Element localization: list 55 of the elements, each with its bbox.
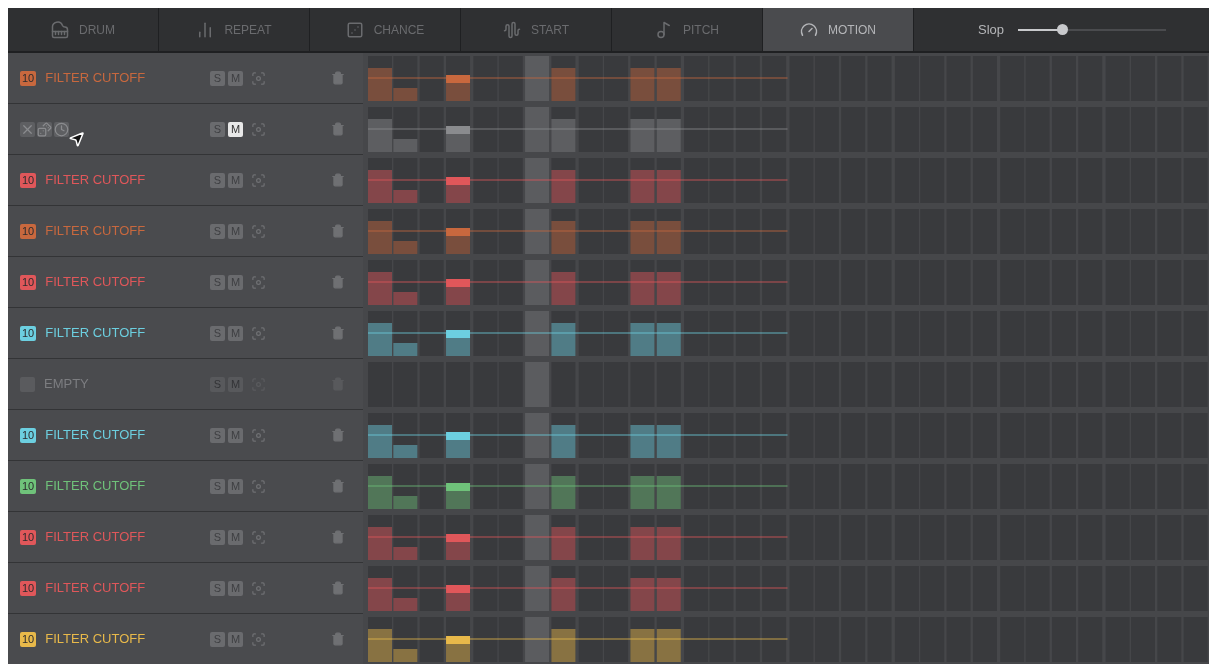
slop-slider[interactable]	[1018, 23, 1167, 36]
focus-icon[interactable]	[251, 478, 266, 494]
track-number-badge: 10	[20, 223, 37, 239]
trash-icon[interactable]	[331, 122, 345, 136]
track-name[interactable]: FILTER CUTOFF	[45, 221, 146, 241]
focus-icon[interactable]	[251, 274, 266, 290]
waveform-icon	[502, 20, 521, 39]
slop-label: Slop	[978, 20, 1005, 39]
dice-icon	[345, 20, 364, 39]
track-name[interactable]: FILTER CUTOFF	[45, 578, 146, 598]
piano-icon	[51, 20, 69, 39]
trash-icon[interactable]	[331, 530, 345, 544]
trash-icon[interactable]	[331, 581, 345, 595]
track-number-badge: 10	[20, 70, 37, 86]
trash-icon[interactable]	[331, 479, 345, 493]
track-name[interactable]: FILTER CUTOFF	[45, 272, 146, 292]
focus-icon[interactable]	[251, 631, 266, 647]
trash-icon[interactable]	[331, 71, 345, 85]
close-icon[interactable]	[20, 121, 35, 137]
track-number-badge: 10	[20, 427, 37, 443]
track-number-badge: 10	[20, 325, 37, 341]
trash-icon[interactable]	[331, 173, 345, 187]
track-name[interactable]: FILTER CUTOFF	[45, 527, 146, 547]
mute-button[interactable]: M	[228, 121, 243, 137]
track-number-badge: 10	[20, 631, 37, 647]
track-name[interactable]: FILTER CUTOFF	[45, 323, 146, 343]
focus-icon[interactable]	[251, 580, 266, 596]
track-name[interactable]: FILTER CUTOFF	[45, 170, 146, 190]
track-name[interactable]: FILTER CUTOFF	[45, 476, 146, 496]
focus-icon[interactable]	[251, 223, 266, 239]
focus-icon[interactable]	[251, 529, 266, 545]
track-name[interactable]: FILTER CUTOFF	[45, 425, 146, 445]
track-number-badge: 10	[20, 529, 37, 545]
trash-icon[interactable]	[331, 428, 345, 442]
focus-icon[interactable]	[251, 172, 266, 188]
track-number-badge: 10	[20, 580, 37, 596]
track-name[interactable]: FILTER CUTOFF	[45, 68, 146, 88]
mouse-cursor-icon	[68, 129, 86, 148]
focus-icon[interactable]	[251, 121, 266, 137]
track-name[interactable]: FILTER CUTOFF	[45, 629, 146, 649]
trash-icon[interactable]	[331, 326, 345, 340]
trash-icon[interactable]	[331, 224, 345, 238]
mode-tab[interactable]: MOTION	[763, 8, 914, 51]
focus-icon[interactable]	[251, 70, 266, 86]
track-number-badge: 10	[20, 172, 37, 188]
music-note-icon	[655, 20, 673, 39]
track-number-badge: 10	[20, 274, 37, 290]
focus-icon[interactable]	[251, 427, 266, 443]
gauge-icon	[800, 20, 818, 39]
dice-icon[interactable]	[37, 121, 52, 137]
clock-icon[interactable]	[54, 121, 69, 137]
trash-icon[interactable]	[331, 632, 345, 646]
track-number-badge: 10	[20, 478, 37, 494]
focus-icon[interactable]	[251, 325, 266, 341]
trash-icon[interactable]	[331, 275, 345, 289]
